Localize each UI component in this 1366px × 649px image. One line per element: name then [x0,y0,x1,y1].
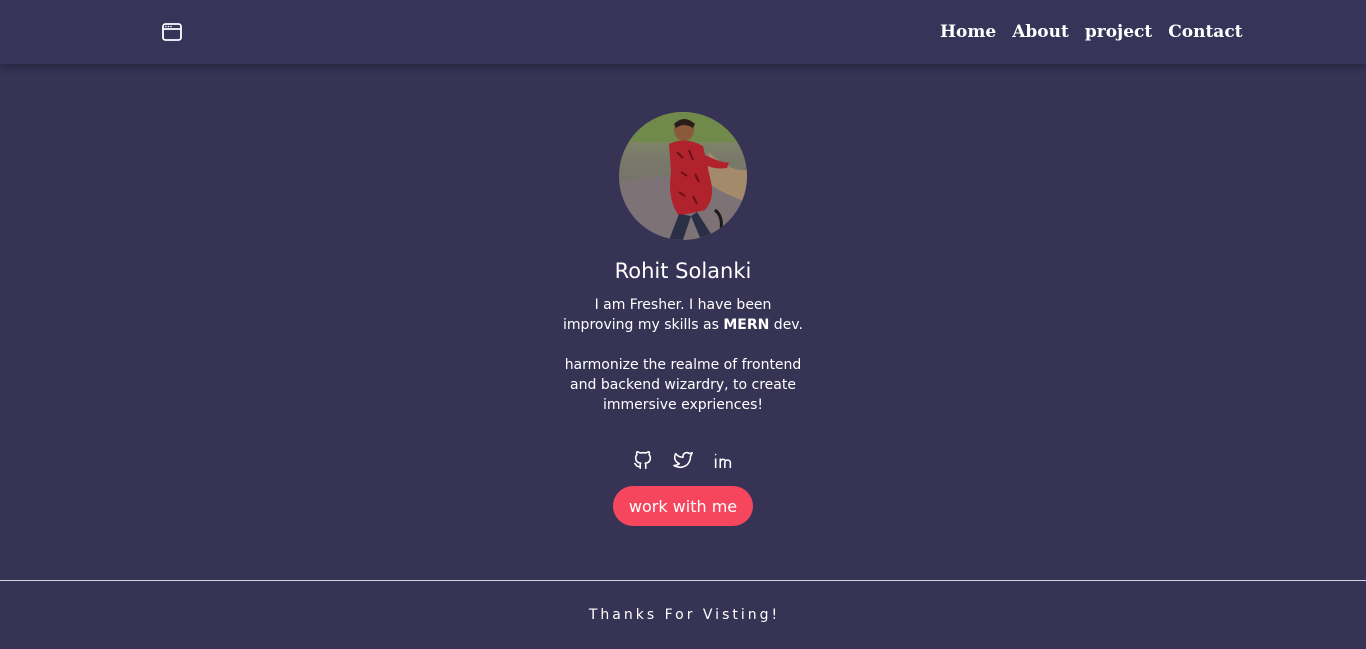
github-icon[interactable] [632,449,654,471]
nav-link-project[interactable]: project [1085,20,1152,44]
profile-bio: I am Fresher. I have been improving my s… [563,295,803,415]
nav-menu: Home About project Contact [940,20,1243,44]
work-with-me-button[interactable]: work with me [612,486,754,526]
linkedin-icon[interactable] [712,449,734,471]
hero-section: Rohit Solanki I am Fresher. I have been … [0,64,1366,580]
footer: Thanks For Visting! [0,581,1366,649]
nav-link-contact[interactable]: Contact [1168,20,1242,44]
avatar [619,112,747,240]
footer-text: Thanks For Visting! [588,607,781,623]
browser-window-icon[interactable] [161,21,183,43]
bio-highlight: MERN [723,317,770,333]
bio-paragraph-2: harmonize the realme of frontend and bac… [564,357,802,413]
nav-link-home[interactable]: Home [940,20,996,44]
social-links [632,449,734,471]
bio-text-end: dev. [769,317,803,333]
nav-link-about[interactable]: About [1012,20,1069,44]
profile-name: Rohit Solanki [614,259,752,283]
twitter-icon[interactable] [672,449,694,471]
navbar: Home About project Contact [0,0,1366,64]
bio-paragraph-1: I am Fresher. I have been improving my s… [563,295,803,335]
